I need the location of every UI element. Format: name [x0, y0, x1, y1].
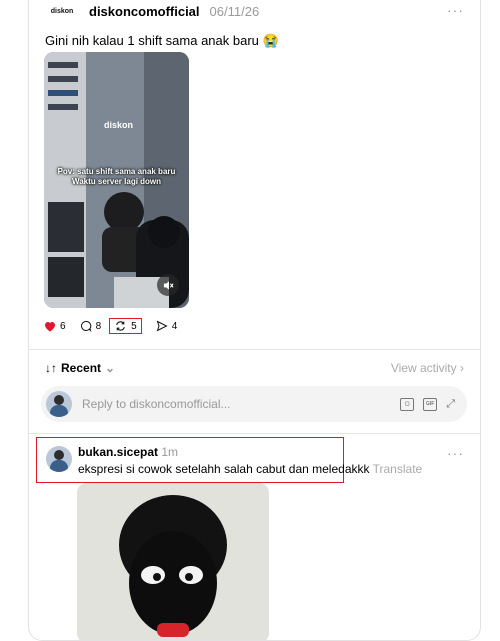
heart-icon: [45, 321, 55, 331]
post-video[interactable]: diskon Pov: satu shift sama anak baru Wa…: [44, 52, 189, 308]
speaker-muted-icon[interactable]: [157, 274, 179, 296]
comment-button[interactable]: 8: [80, 320, 102, 332]
divider: [29, 349, 480, 350]
video-overlay-text: Pov: satu shift sama anak baru Waktu ser…: [44, 167, 189, 187]
post-card: diskon diskoncomofficial 06/11/26 ··· Gi…: [28, 0, 481, 641]
reply-input[interactable]: Reply to diskoncomofficial...: [82, 397, 400, 411]
mute-glyph: [163, 280, 174, 290]
overlay-line-2: Waktu server lagi down: [71, 177, 162, 186]
sort-icon: ↓↑: [45, 361, 57, 375]
overlay-line-1: Pov: satu shift sama anak baru: [57, 167, 176, 176]
post-username[interactable]: diskoncomofficial: [89, 4, 200, 19]
view-activity-label: View activity: [390, 361, 457, 375]
comment-drawing: [77, 483, 269, 640]
repost-count: 5: [131, 320, 137, 332]
comment-username[interactable]: bukan.sicepat: [78, 445, 158, 459]
repost-button[interactable]: 5: [109, 318, 142, 334]
reply-icons: ▢ GIF ⤢: [400, 397, 455, 411]
expand-icon[interactable]: ⤢: [446, 398, 455, 411]
gif-icon[interactable]: GIF: [423, 397, 438, 411]
share-icon: [156, 320, 168, 332]
video-logo: diskon: [104, 120, 134, 130]
comment-count: 8: [95, 320, 102, 332]
chevron-down-icon: ⌄: [105, 361, 116, 375]
post-header: diskon diskoncomofficial 06/11/26: [45, 2, 259, 20]
post-caption: Gini nih kalau 1 shift sama anak baru 😭: [45, 33, 279, 48]
reply-bar[interactable]: Reply to diskoncomofficial... ▢ GIF ⤢: [41, 386, 467, 422]
sort-label: Recent: [61, 361, 102, 375]
comment-body: ekspresi si cowok setelahh salah cabut d…: [78, 462, 422, 476]
post-date: 06/11/26: [209, 3, 260, 19]
comment-time: 1m: [161, 445, 179, 459]
divider: [29, 433, 480, 434]
more-options-icon[interactable]: ···: [447, 2, 464, 18]
avatar[interactable]: [46, 391, 72, 417]
translate-link[interactable]: Translate: [373, 462, 423, 476]
comment-image[interactable]: [77, 483, 269, 640]
post-actions: 6 8 5 4: [44, 316, 191, 336]
share-button[interactable]: 4: [156, 320, 178, 332]
comment-highlight: [36, 437, 344, 483]
view-activity-link[interactable]: View activity ›: [391, 361, 464, 375]
like-button[interactable]: 6: [44, 321, 66, 332]
comment-avatar[interactable]: [46, 446, 72, 472]
comment-text: ekspresi si cowok setelahh salah cabut d…: [78, 462, 370, 476]
share-count: 4: [171, 320, 178, 332]
like-count: 6: [60, 320, 66, 332]
comment-header: bukan.sicepat 1m: [78, 445, 178, 459]
brand-logo[interactable]: diskon: [45, 3, 79, 19]
sort-dropdown[interactable]: ↓↑ Recent ⌄: [45, 361, 115, 375]
repost-icon: [116, 321, 125, 331]
comment-more-icon[interactable]: ···: [447, 445, 464, 461]
image-icon[interactable]: ▢: [400, 397, 415, 411]
comment-icon: [80, 321, 91, 332]
